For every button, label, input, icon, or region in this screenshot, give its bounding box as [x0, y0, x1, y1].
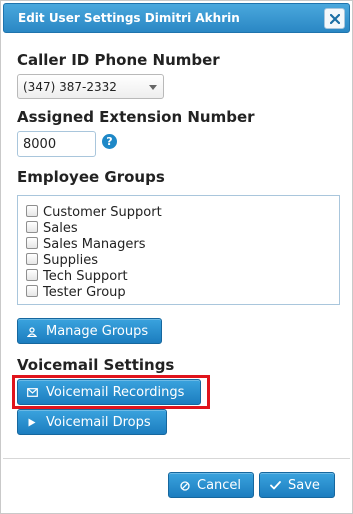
user-icon — [27, 327, 37, 337]
group-label: Sales — [43, 221, 78, 236]
checkbox[interactable] — [26, 269, 38, 281]
manage-groups-label: Manage Groups — [46, 324, 149, 339]
voicemail-recordings-label: Voicemail Recordings — [46, 385, 185, 400]
dialog-title: Edit User Settings Dimitri Akhrin — [18, 11, 240, 25]
group-label: Customer Support — [43, 205, 162, 220]
save-label: Save — [288, 478, 320, 493]
envelope-icon — [27, 388, 38, 397]
help-icon[interactable]: ? — [102, 134, 117, 149]
checkbox[interactable] — [26, 205, 38, 217]
close-button[interactable] — [324, 8, 345, 29]
extension-label: Assigned Extension Number — [17, 108, 255, 126]
checkbox[interactable] — [26, 237, 38, 249]
manage-groups-button[interactable]: Manage Groups — [17, 318, 162, 344]
voicemail-drops-button[interactable]: Voicemail Drops — [17, 409, 167, 435]
voicemail-settings-label: Voicemail Settings — [17, 356, 175, 374]
edit-user-settings-dialog: Edit User Settings Dimitri Akhrin Caller… — [0, 0, 353, 514]
group-label: Supplies — [43, 253, 98, 268]
cancel-button[interactable]: Cancel — [168, 472, 254, 498]
chevron-down-icon — [149, 85, 157, 90]
cancel-circle-icon — [180, 481, 190, 491]
group-item-customer-support[interactable]: Customer Support — [26, 205, 162, 220]
group-label: Tech Support — [43, 269, 128, 284]
voicemail-recordings-button[interactable]: Voicemail Recordings — [17, 379, 201, 405]
cancel-label: Cancel — [197, 478, 242, 493]
group-label: Sales Managers — [43, 237, 146, 252]
caller-id-label: Caller ID Phone Number — [17, 51, 220, 69]
group-item-supplies[interactable]: Supplies — [26, 253, 98, 268]
checkbox[interactable] — [26, 285, 38, 297]
dialog-titlebar: Edit User Settings Dimitri Akhrin — [3, 3, 350, 33]
group-item-sales-managers[interactable]: Sales Managers — [26, 237, 146, 252]
group-item-tech-support[interactable]: Tech Support — [26, 269, 128, 284]
group-item-sales[interactable]: Sales — [26, 221, 78, 236]
check-icon — [270, 481, 281, 490]
caller-id-select[interactable]: (347) 387-2332 — [17, 74, 164, 99]
group-item-tester-group[interactable]: Tester Group — [26, 285, 126, 300]
voicemail-drops-label: Voicemail Drops — [46, 415, 151, 430]
extension-input[interactable] — [17, 131, 96, 157]
employee-groups-list: Customer Support Sales Sales Managers Su… — [17, 195, 340, 305]
close-icon — [330, 14, 340, 24]
save-button[interactable]: Save — [259, 472, 335, 498]
caller-id-selected-value: (347) 387-2332 — [23, 80, 117, 94]
footer-divider — [3, 458, 350, 459]
checkbox[interactable] — [26, 221, 38, 233]
play-icon — [28, 418, 36, 427]
group-label: Tester Group — [43, 285, 126, 300]
checkbox[interactable] — [26, 253, 38, 265]
employee-groups-label: Employee Groups — [17, 168, 165, 186]
